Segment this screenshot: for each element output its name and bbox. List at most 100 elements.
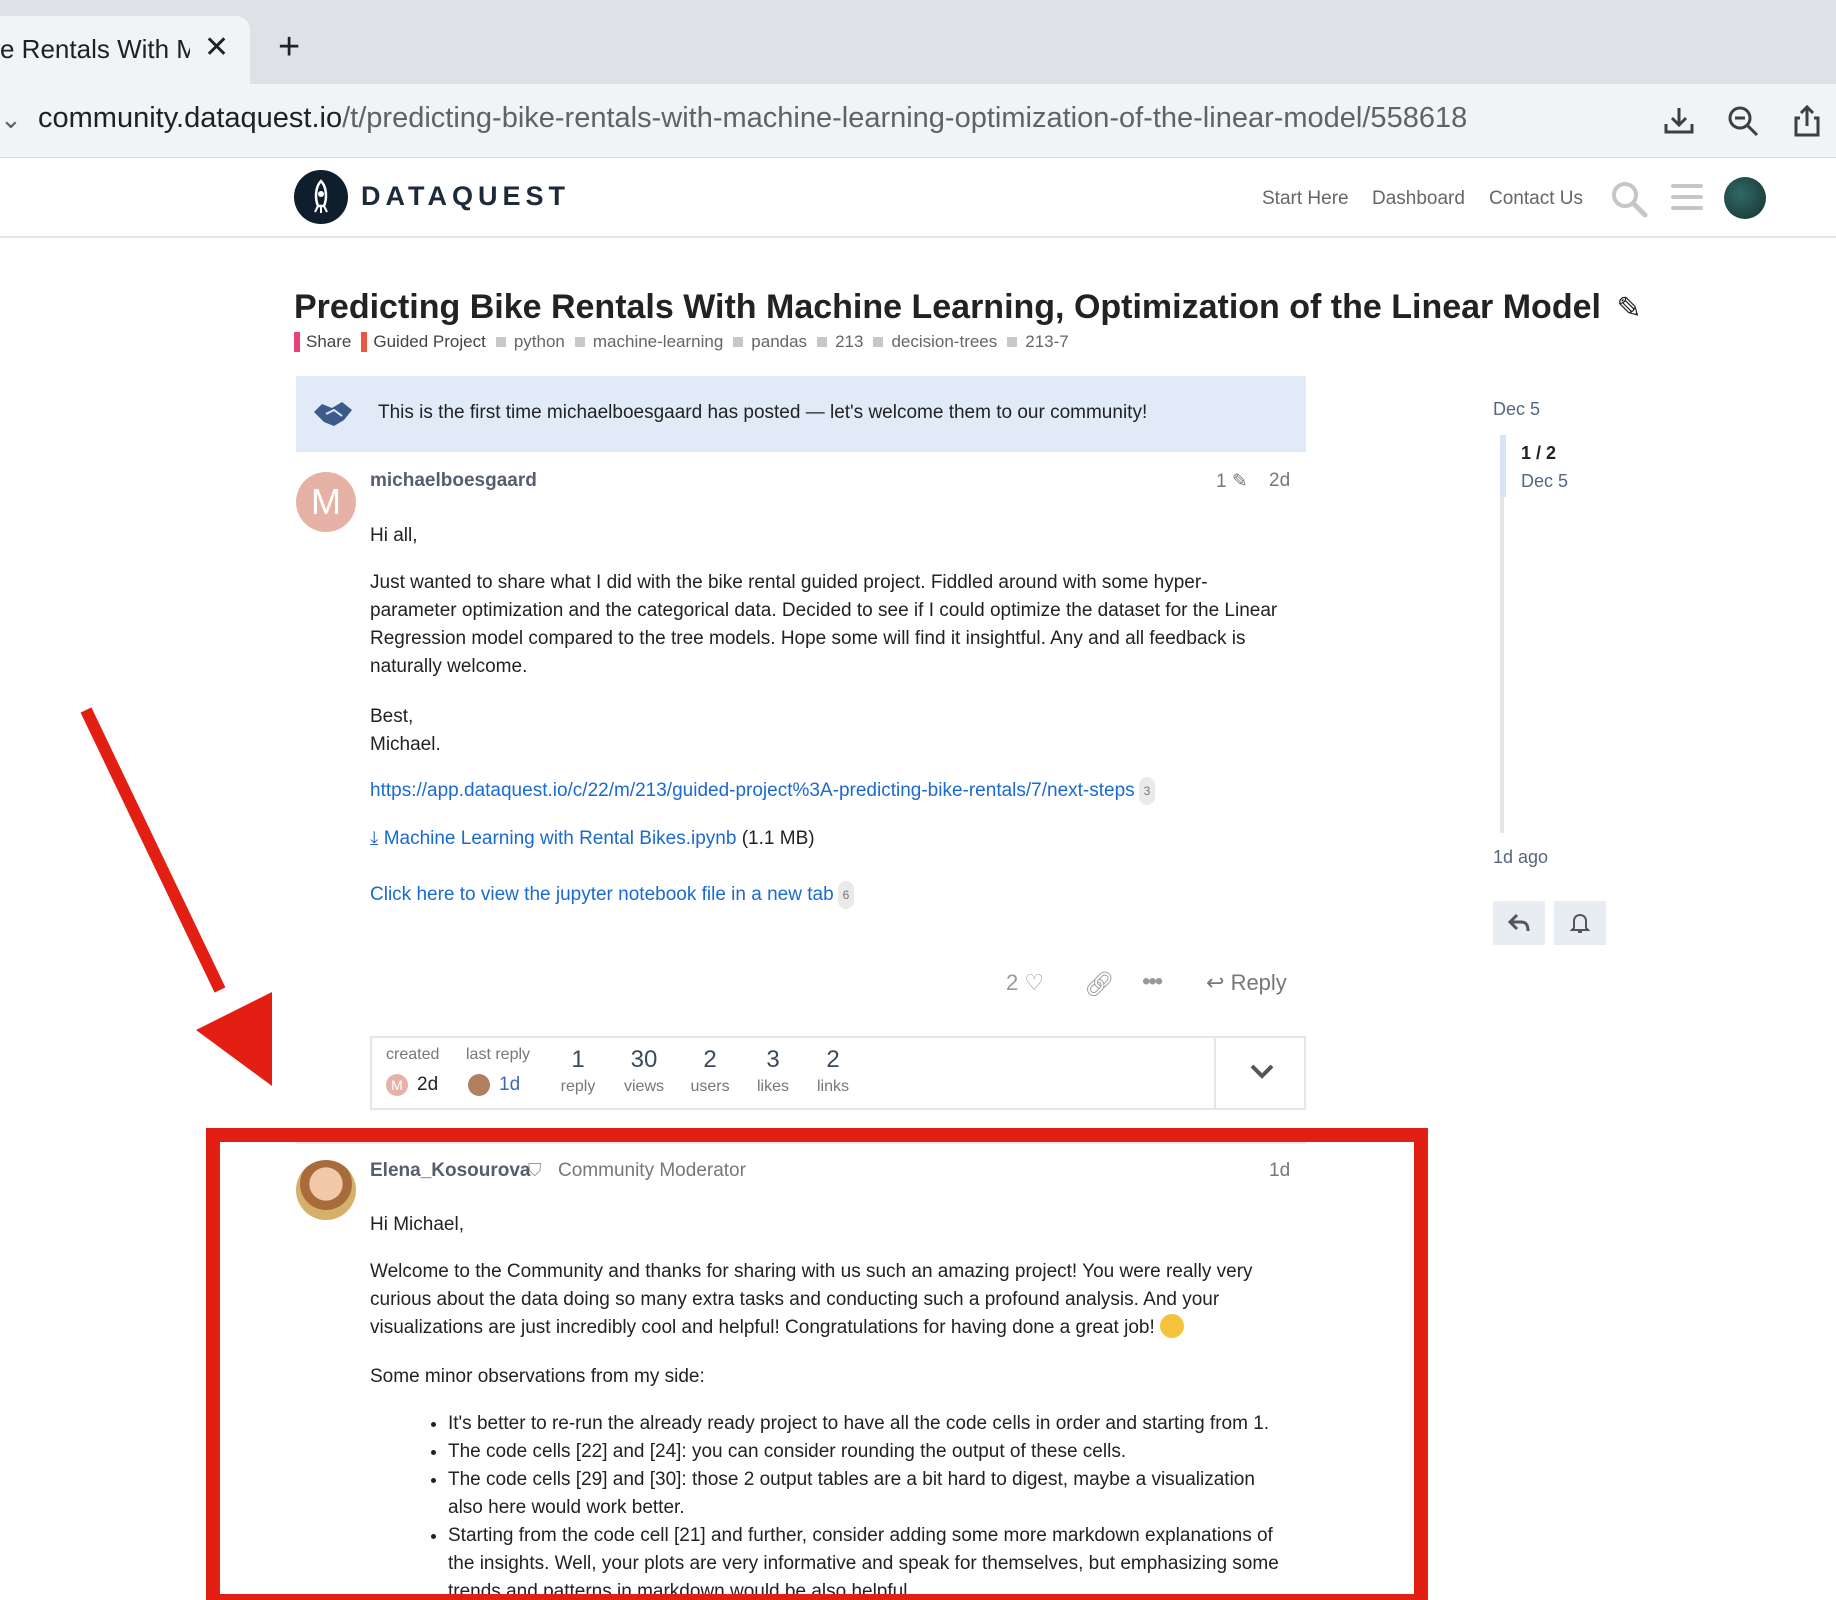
category-label: Share xyxy=(306,332,352,351)
timeline-position: 1 / 2 xyxy=(1521,443,1557,463)
chevron-down-icon[interactable]: ⌄ xyxy=(0,104,22,135)
chevron-down-icon xyxy=(1250,1064,1274,1079)
tag-square xyxy=(495,337,506,347)
tag-square xyxy=(1007,337,1018,347)
timeline-start-date[interactable]: Dec 5 xyxy=(1493,399,1540,420)
category-color xyxy=(361,332,368,352)
reply-arrow-icon: ↩ xyxy=(1206,970,1225,995)
site-logo-text[interactable]: DATAQUEST xyxy=(361,181,570,212)
tag-label: decision-trees xyxy=(891,332,998,351)
created-avatar[interactable]: M xyxy=(386,1074,408,1096)
edit-pencil-icon[interactable]: ✎ xyxy=(1616,292,1641,325)
stat-views-label: views xyxy=(623,1078,664,1095)
category-label: Guided Project xyxy=(373,332,486,351)
reply-button[interactable]: ↩ Reply xyxy=(1206,970,1287,996)
post1-signoff-2: Michael. xyxy=(370,734,441,755)
share-icon[interactable] xyxy=(1790,104,1824,138)
tag-square xyxy=(574,337,585,347)
tag-square xyxy=(873,337,884,347)
attachment-link[interactable]: Machine Learning with Rental Bikes.ipynb xyxy=(384,828,737,849)
tag-square xyxy=(817,337,828,347)
url-host: community.dataquest.io xyxy=(38,102,343,134)
nav-contact-us[interactable]: Contact Us xyxy=(1489,188,1583,210)
nav-dashboard[interactable]: Dashboard xyxy=(1372,188,1465,210)
stat-views-num: 30 xyxy=(630,1046,658,1073)
current-user-avatar[interactable] xyxy=(1724,177,1766,219)
like-button[interactable]: 2 ♡ xyxy=(1006,970,1044,996)
created-label: created xyxy=(386,1046,440,1063)
annotation-highlight-box xyxy=(206,1128,1428,1600)
like-count: 2 xyxy=(1006,970,1019,995)
stat-likes-num: 3 xyxy=(766,1046,780,1073)
stat-links-num: 2 xyxy=(826,1046,840,1073)
new-tab-icon[interactable]: + xyxy=(278,26,300,69)
post1-edit-history[interactable]: 1 ✎ xyxy=(1216,470,1248,493)
timeline-reply-button[interactable] xyxy=(1493,901,1545,945)
zoom-icon[interactable] xyxy=(1726,104,1760,138)
topic-map-expand-button[interactable] xyxy=(1214,1036,1306,1110)
stat-replies-num: 1 xyxy=(571,1046,585,1073)
last-reply-avatar[interactable] xyxy=(468,1074,490,1096)
tag-label: machine-learning xyxy=(592,332,724,351)
search-icon[interactable] xyxy=(1610,180,1648,218)
link-click-count: 6 xyxy=(837,881,855,909)
download-icon[interactable]: ⤓ xyxy=(370,828,378,849)
last-reply-age[interactable]: 1d xyxy=(499,1074,520,1096)
menu-icon[interactable] xyxy=(1671,184,1703,212)
stat-users-label: users xyxy=(690,1078,730,1095)
post1-signoff-1: Best, xyxy=(370,706,414,727)
post1-course-link[interactable]: https://app.dataquest.io/c/22/m/213/guid… xyxy=(370,780,1135,801)
topic-tags: Share Guided Project python machine-lear… xyxy=(294,332,1079,352)
category-color xyxy=(294,332,300,352)
last-reply-label: last reply xyxy=(466,1046,531,1063)
post1-link-row: https://app.dataquest.io/c/22/m/213/guid… xyxy=(370,777,1156,805)
tag-213-7[interactable]: 213-7 xyxy=(1007,332,1069,352)
url-path: /t/predicting-bike-rentals-with-machine-… xyxy=(342,102,1468,134)
tag-label: 213-7 xyxy=(1025,332,1069,351)
url-text[interactable]: community.dataquest.io/t/predicting-bike… xyxy=(38,102,1467,135)
handshake-icon xyxy=(314,402,352,426)
category-guided-project[interactable]: Guided Project xyxy=(361,332,486,352)
post1-notebook-row: Click here to view the jupyter notebook … xyxy=(370,881,855,909)
tag-213[interactable]: 213 xyxy=(817,332,863,352)
post1-paragraph: Just wanted to share what I did with the… xyxy=(370,572,1278,677)
reply-label: Reply xyxy=(1230,970,1287,995)
browser-tab-strip xyxy=(0,0,1836,84)
more-actions-icon[interactable]: ••• xyxy=(1142,968,1163,996)
browser-tab-title[interactable]: e Rentals With M xyxy=(0,34,190,65)
topic-title-text: Predicting Bike Rentals With Machine Lea… xyxy=(294,288,1601,326)
category-share[interactable]: Share xyxy=(294,332,351,352)
bell-icon xyxy=(1569,913,1591,933)
post1-attachment-row: ⤓ Machine Learning with Rental Bikes.ipy… xyxy=(370,825,815,853)
tag-label: 213 xyxy=(835,332,864,351)
timeline-notification-button[interactable] xyxy=(1554,901,1606,945)
stat-replies-label: reply xyxy=(560,1078,596,1095)
tag-pandas[interactable]: pandas xyxy=(733,332,807,352)
tag-decision-trees[interactable]: decision-trees xyxy=(873,332,997,352)
link-click-count: 3 xyxy=(1138,777,1156,805)
attachment-size: (1.1 MB) xyxy=(741,828,815,849)
stat-users-num: 2 xyxy=(703,1046,717,1073)
topic-title: Predicting Bike Rentals With Machine Lea… xyxy=(294,288,1642,327)
stat-links-label: links xyxy=(816,1078,849,1095)
timeline-handle[interactable] xyxy=(1500,435,1506,497)
link-icon[interactable]: 🔗︎ xyxy=(1084,970,1114,999)
post1-date[interactable]: 2d xyxy=(1269,470,1290,492)
download-icon[interactable] xyxy=(1662,104,1696,138)
tag-python[interactable]: python xyxy=(495,332,565,352)
created-age[interactable]: 2d xyxy=(417,1074,438,1096)
heart-icon: ♡ xyxy=(1024,970,1045,995)
post1-greeting: Hi all, xyxy=(370,525,418,546)
dataquest-logo-icon[interactable] xyxy=(294,170,348,224)
timeline-end-date[interactable]: 1d ago xyxy=(1493,847,1548,868)
tag-label: python xyxy=(513,332,565,351)
stat-likes-label: likes xyxy=(756,1078,789,1095)
post1-username[interactable]: michaelboesgaard xyxy=(370,470,537,492)
nav-start-here[interactable]: Start Here xyxy=(1262,188,1349,210)
post1-avatar[interactable]: M xyxy=(296,472,356,532)
tab-close-icon[interactable]: ✕ xyxy=(204,30,229,65)
notebook-link[interactable]: Click here to view the jupyter notebook … xyxy=(370,884,834,905)
reply-arrow-icon xyxy=(1507,913,1530,932)
edit-pencil-icon: ✎ xyxy=(1231,471,1248,492)
tag-machine-learning[interactable]: machine-learning xyxy=(574,332,724,352)
